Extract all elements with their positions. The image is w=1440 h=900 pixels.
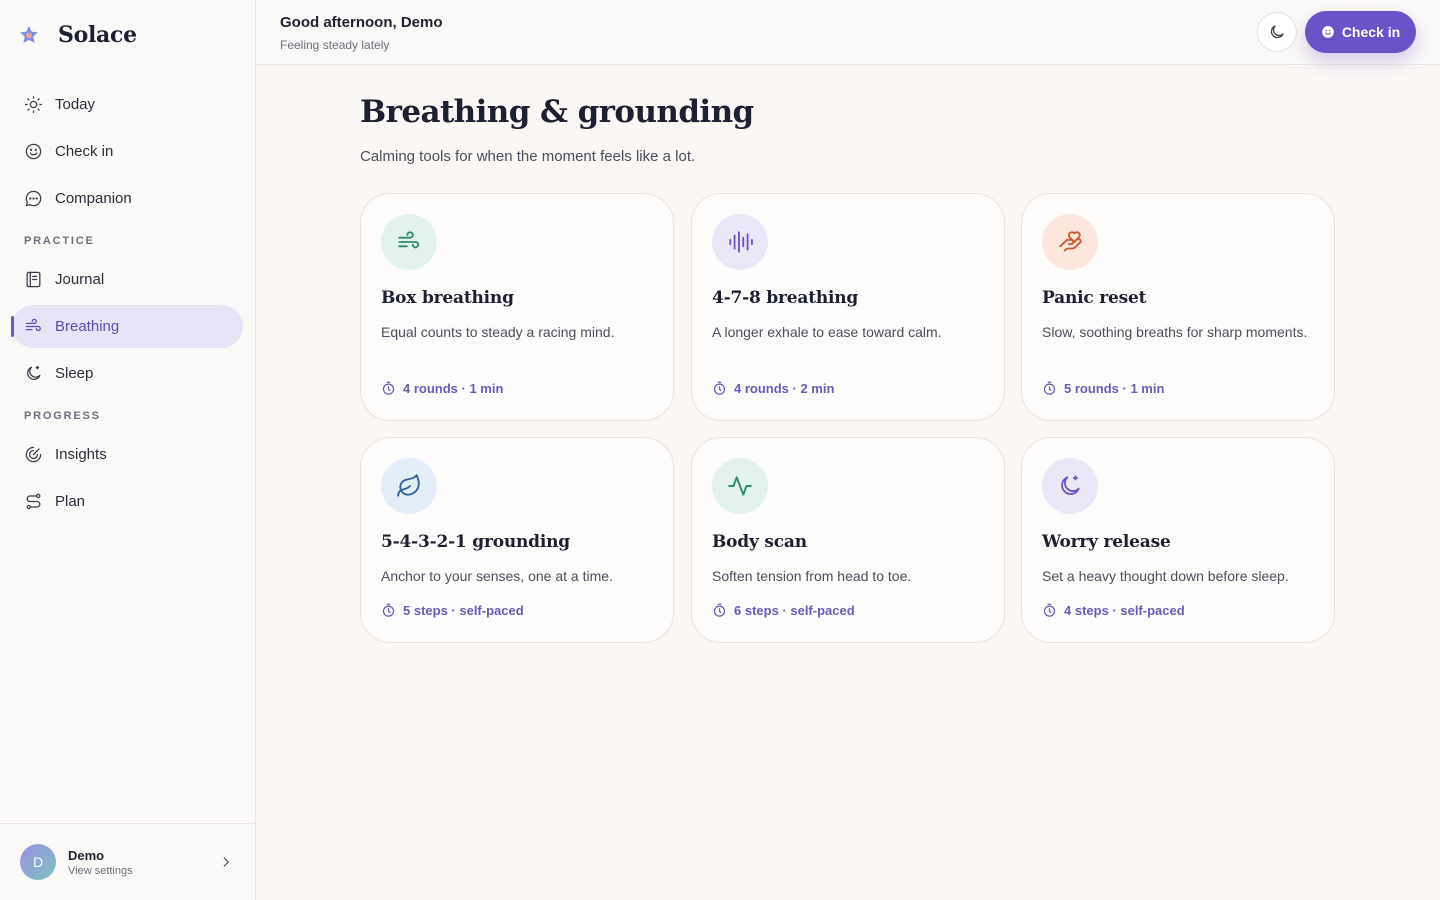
leaf-icon (397, 474, 420, 497)
nav-item-sleep[interactable]: Sleep (12, 352, 243, 395)
card-meta: 4 steps · self-paced (1042, 603, 1185, 618)
exercise-card-grounding[interactable]: 5-4-3-2-1 grounding Anchor to your sense… (360, 437, 674, 643)
star-logo-icon (20, 25, 38, 43)
user-name: Demo (68, 847, 105, 863)
chevron-right-icon (223, 857, 229, 867)
timer-icon (1043, 603, 1056, 617)
nav-section-progress: PROGRESS (24, 410, 101, 422)
card-meta-text: 4 steps · self-paced (1064, 603, 1185, 618)
check-in-label: Check in (1341, 24, 1401, 40)
nav-item-label: Today (55, 96, 96, 113)
card-icon-wrap (381, 214, 437, 270)
nav-item-plan[interactable]: Plan (12, 480, 243, 523)
brand[interactable]: Solace (18, 22, 137, 48)
card-icon-wrap (712, 458, 768, 514)
smile-icon (25, 143, 42, 160)
insights-icon (25, 446, 42, 463)
card-meta: 5 rounds · 1 min (1042, 381, 1164, 396)
check-in-button[interactable]: Check in (1305, 11, 1416, 53)
moon-icon (1270, 25, 1284, 39)
card-meta-text: 6 steps · self-paced (734, 603, 855, 618)
hand-heart-icon (1059, 231, 1082, 252)
card-description: Equal counts to steady a racing mind. (381, 324, 615, 340)
exercise-card-panic-reset[interactable]: Panic reset Slow, soothing breaths for s… (1021, 193, 1335, 421)
nav-item-label: Plan (55, 493, 86, 510)
activity-icon (728, 476, 752, 496)
card-description: A longer exhale to ease toward calm. (712, 324, 942, 340)
greeting: Good afternoon, Demo (280, 14, 443, 31)
card-meta-text: 4 rounds · 2 min (734, 381, 835, 396)
card-meta-text: 5 steps · self-paced (403, 603, 524, 618)
app-name: Solace (58, 22, 137, 48)
moon-stars-icon (1061, 475, 1080, 495)
audio-lines-icon (729, 231, 753, 253)
card-title: 4-7-8 breathing (712, 288, 859, 308)
card-icon-wrap (712, 214, 768, 270)
journal-icon (26, 271, 41, 288)
card-meta: 4 rounds · 2 min (712, 381, 834, 396)
main-nav: Today Check in Companion PRACTICE Journa… (11, 83, 243, 527)
user-settings-label: View settings (68, 864, 133, 877)
wind-icon (398, 231, 420, 249)
card-title: Panic reset (1042, 288, 1147, 308)
card-icon-wrap (1042, 214, 1098, 270)
nav-item-label: Breathing (55, 318, 120, 335)
timer-icon (713, 381, 726, 395)
exercise-card-worry-release[interactable]: Worry release Set a heavy thought down b… (1021, 437, 1335, 643)
nav-item-today[interactable]: Today (12, 83, 243, 126)
nav-item-journal[interactable]: Journal (12, 258, 243, 301)
timer-icon (382, 381, 395, 395)
card-description: Anchor to your senses, one at a time. (381, 568, 613, 584)
nav-item-check-in[interactable]: Check in (12, 130, 243, 173)
avatar: D (20, 844, 56, 880)
top-header: Good afternoon, Demo Feeling steady late… (256, 0, 1440, 65)
timer-icon (1043, 381, 1056, 395)
nav-item-label: Companion (55, 190, 132, 207)
smile-icon (1321, 26, 1334, 38)
page-subtitle: Calming tools for when the moment feels … (360, 148, 696, 165)
card-meta-text: 5 rounds · 1 min (1064, 381, 1165, 396)
sun-icon (24, 95, 43, 114)
page-title: Breathing & grounding (360, 94, 754, 130)
card-meta: 5 steps · self-paced (381, 603, 524, 618)
card-meta: 4 rounds · 1 min (381, 381, 503, 396)
nav-item-label: Insights (55, 446, 107, 463)
card-title: 5-4-3-2-1 grounding (381, 532, 570, 552)
exercise-card-body-scan[interactable]: Body scan Soften tension from head to to… (691, 437, 1005, 643)
theme-toggle-button[interactable] (1257, 12, 1297, 52)
mood-status: Feeling steady lately (280, 38, 390, 52)
timer-icon (713, 603, 726, 617)
moon-stars-icon (27, 365, 41, 380)
chat-icon (25, 190, 42, 207)
card-title: Box breathing (381, 288, 514, 308)
card-description: Set a heavy thought down before sleep. (1042, 568, 1289, 584)
card-icon-wrap (381, 458, 437, 514)
card-title: Body scan (712, 532, 807, 552)
exercise-card-478-breathing[interactable]: 4-7-8 breathing A longer exhale to ease … (691, 193, 1005, 421)
card-meta-text: 4 rounds · 1 min (403, 381, 504, 396)
card-title: Worry release (1042, 532, 1171, 552)
card-description: Slow, soothing breaths for sharp moments… (1042, 324, 1308, 340)
nav-item-label: Sleep (55, 365, 94, 382)
timer-icon (382, 603, 395, 617)
nav-item-label: Check in (55, 143, 114, 160)
nav-item-label: Journal (55, 271, 105, 288)
nav-item-insights[interactable]: Insights (12, 433, 243, 476)
card-icon-wrap (1042, 458, 1098, 514)
nav-item-companion[interactable]: Companion (12, 177, 243, 220)
card-meta: 6 steps · self-paced (712, 603, 855, 618)
nav-section-practice: PRACTICE (24, 235, 95, 247)
wind-icon (25, 318, 41, 332)
user-settings-link[interactable]: D Demo View settings (0, 823, 255, 900)
sidebar: Solace Today Check in Companion PRACTICE… (0, 0, 256, 900)
card-description: Soften tension from head to toe. (712, 568, 912, 584)
nav-item-breathing[interactable]: Breathing (11, 305, 243, 348)
route-icon (26, 493, 41, 510)
exercise-card-box-breathing[interactable]: Box breathing Equal counts to steady a r… (360, 193, 674, 421)
